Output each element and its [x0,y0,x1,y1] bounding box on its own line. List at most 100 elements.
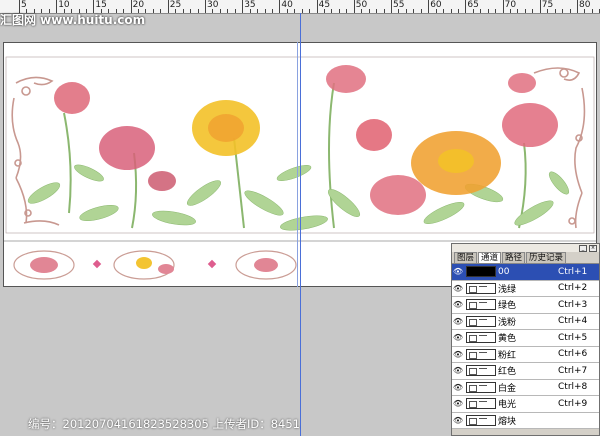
ruler-major-tick [167,0,169,13]
channel-name: 电光 [498,400,517,411]
channel-name: 绿色 [498,301,517,312]
footer-text: 编号：20120704161823528305 上传者ID：8451 [28,417,301,431]
channel-thumbnail [466,381,496,393]
channel-thumbnail [466,332,496,344]
visibility-eye-icon[interactable]: 👁 [452,267,464,276]
ruler-minor-tick [324,9,326,13]
ruler-minor-tick [346,9,348,13]
channel-thumbnail [466,282,496,294]
ruler-minor-tick [212,9,214,13]
watermark-logo: 汇图网 www.huitu.com [0,13,146,27]
channel-thumbnail [466,315,496,327]
visibility-eye-icon[interactable]: 👁 [452,300,464,309]
visibility-eye-icon[interactable]: 👁 [452,284,464,293]
channel-shortcut: Ctrl+2 [558,283,588,294]
panel-tab[interactable]: 历史记录 [526,252,567,263]
ruler-minor-tick [472,9,474,13]
channel-row[interactable]: 👁 浅粉 Ctrl+4 [452,314,599,330]
channel-row[interactable]: 👁 粉红 Ctrl+6 [452,347,599,363]
panel-titlebar[interactable]: _ × [452,244,599,252]
ruler-major-tick [577,0,578,13]
channel-thumbnail [466,398,496,410]
channel-list: 👁 00 Ctrl+1 👁 浅绿 Ctrl+2 👁 绿色 Ctrl+3 👁 浅粉 Ctrl+4 👁 黄色 C… [452,263,599,429]
watermark-footer: 编号：20120704161823528305 上传者ID：8451 [0,412,600,436]
visibility-eye-icon[interactable]: 👁 [452,383,464,392]
ruler-minor-tick [487,9,489,13]
ruler-major-tick [205,0,206,13]
ruler-minor-tick [190,9,192,13]
channel-name: 浅粉 [498,317,517,328]
ruler-minor-tick [309,9,311,13]
ruler-minor-tick [420,9,422,13]
channel-row[interactable]: 👁 浅绿 Ctrl+2 [452,281,599,297]
ruler-minor-tick [160,9,162,13]
ruler-minor-tick [405,9,407,13]
ruler-minor-tick [338,9,340,13]
channel-row[interactable]: 👁 00 Ctrl+1 [452,264,599,281]
border-strip [13,250,297,280]
visibility-eye-icon[interactable]: 👁 [452,366,464,375]
panel-tabs: 图层 通道 路径 历史记录 [454,252,599,263]
visibility-eye-icon[interactable]: 👁 [452,399,464,408]
ruler-minor-tick [435,9,437,13]
ruler-minor-tick [182,9,184,13]
channel-row[interactable]: 👁 黄色 Ctrl+5 [452,330,599,347]
ruler-minor-tick [219,9,221,13]
channel-shortcut: Ctrl+7 [558,365,588,376]
ruler-minor-tick [271,9,273,13]
channel-shortcut: Ctrl+4 [558,316,588,327]
channel-shortcut: Ctrl+5 [558,332,588,343]
ruler-minor-tick [532,9,534,13]
visibility-eye-icon[interactable]: 👁 [452,317,464,326]
ruler-minor-tick [383,9,385,13]
ruler-minor-tick [249,9,251,13]
visibility-eye-icon[interactable]: 👁 [452,333,464,342]
ruler-minor-tick [286,9,288,13]
ruler-major-tick [428,0,430,13]
channel-name: 浅绿 [498,284,517,295]
ruler-minor-tick [264,9,266,13]
ruler-minor-tick [234,9,236,13]
ruler-minor-tick [457,9,459,13]
channel-shortcut: Ctrl+6 [558,349,588,360]
vertical-guide-canvas-edge[interactable] [297,42,298,287]
ruler-minor-tick [152,9,154,13]
panel-tab[interactable]: 图层 [454,252,478,263]
ruler-minor-tick [376,9,378,13]
channel-shortcut: Ctrl+3 [558,299,588,310]
ruler-minor-tick [398,9,400,13]
ruler-minor-tick [331,9,333,13]
ruler-major-tick [242,0,244,13]
ruler-minor-tick [450,9,452,13]
close-panel-button[interactable]: × [589,244,597,252]
ruler-minor-tick [175,9,177,13]
ruler-minor-tick [443,9,445,13]
visibility-eye-icon[interactable]: 👁 [452,350,464,359]
channel-name: 红色 [498,367,517,378]
ruler-minor-tick [562,9,564,13]
channel-row[interactable]: 👁 白金 Ctrl+8 [452,380,599,396]
channel-thumbnail [466,365,496,377]
channel-row[interactable]: 👁 电光 Ctrl+9 [452,396,599,413]
ruler-minor-tick [197,9,199,13]
ruler-minor-tick [145,9,147,13]
minimize-panel-button[interactable]: _ [579,244,587,252]
ruler-minor-tick [294,9,296,13]
panel-tab[interactable]: 通道 [478,252,502,263]
ruler-major-tick [465,0,467,13]
panel-tab[interactable]: 路径 [502,252,526,263]
ruler-minor-tick [413,9,415,13]
channels-panel[interactable]: _ × 图层 通道 路径 历史记录 👁 00 Ctrl+1 👁 浅绿 Ctrl+2 👁 绿色 Ctrl… [451,243,600,436]
ruler-major-tick [353,0,355,13]
channel-shortcut: Ctrl+8 [558,382,588,393]
ruler-major-tick [502,0,504,13]
channel-shortcut: Ctrl+9 [558,398,588,409]
ruler-minor-tick [361,9,363,13]
ruler-major-tick [391,0,392,13]
channel-row[interactable]: 👁 绿色 Ctrl+3 [452,297,599,314]
channel-name: 黄色 [498,334,517,345]
channel-thumbnail [466,299,496,311]
vertical-guide[interactable] [300,13,301,436]
ruler-minor-tick [510,9,512,13]
channel-row[interactable]: 👁 红色 Ctrl+7 [452,363,599,380]
